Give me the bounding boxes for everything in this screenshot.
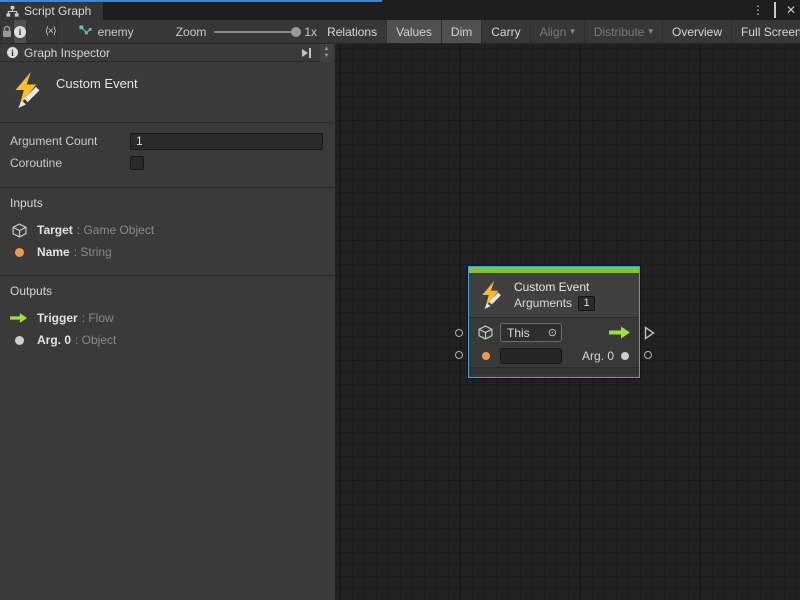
input-row-target: Target : Game Object bbox=[10, 219, 325, 241]
info-icon: i bbox=[7, 47, 18, 58]
code-view-icon: ⟨×⟩ bbox=[45, 26, 56, 37]
input-row-name: Name : String bbox=[10, 241, 325, 263]
lock-button[interactable] bbox=[0, 20, 14, 43]
object-picker-icon: ⊙ bbox=[548, 326, 557, 339]
dock-panel-button[interactable] bbox=[299, 48, 314, 58]
code-view-button[interactable]: ⟨×⟩ bbox=[45, 20, 57, 43]
align-button[interactable]: Align ▾ bbox=[530, 20, 584, 43]
dock-icon bbox=[302, 49, 308, 57]
port-type: : Flow bbox=[82, 311, 114, 325]
zoom-slider[interactable] bbox=[214, 31, 296, 33]
outputs-section: Outputs Trigger : Flow Arg. 0 : Object bbox=[0, 276, 335, 363]
string-port-dot bbox=[482, 352, 490, 360]
carry-button[interactable]: Carry bbox=[481, 20, 529, 43]
selected-unit-title: Custom Event bbox=[56, 72, 138, 91]
coroutine-checkbox[interactable] bbox=[130, 156, 144, 170]
output-port-arg0[interactable] bbox=[644, 351, 652, 359]
object-port-dot bbox=[621, 352, 629, 360]
toolbar-button-group: Relations Values Dim Carry Align ▾ Distr… bbox=[317, 20, 800, 43]
distribute-button[interactable]: Distribute ▾ bbox=[584, 20, 662, 43]
zoom-value: 1x bbox=[304, 25, 317, 39]
flow-arrow-icon bbox=[609, 326, 631, 339]
graph-canvas[interactable]: Custom Event Arguments 1 This ⊙ bbox=[336, 44, 800, 600]
cube-icon bbox=[478, 325, 493, 340]
window-menu-button[interactable]: ⋮ bbox=[752, 0, 764, 20]
inspector-toggle-button[interactable]: i bbox=[14, 20, 27, 43]
arg0-label: Arg. 0 bbox=[582, 349, 614, 363]
graph-window-icon bbox=[6, 5, 19, 18]
info-icon: i bbox=[14, 26, 26, 38]
zoom-slider-thumb[interactable] bbox=[291, 27, 301, 37]
argument-count-input[interactable]: 1 bbox=[130, 133, 323, 150]
chevron-down-icon: ▾ bbox=[648, 26, 653, 37]
window-titlebar: Script Graph ⋮ ✕ bbox=[0, 0, 800, 20]
close-button[interactable]: ✕ bbox=[786, 0, 796, 20]
tab-title: Script Graph bbox=[24, 4, 91, 18]
chevron-down-icon: ▾ bbox=[570, 26, 575, 37]
argument-count-label: Argument Count bbox=[10, 134, 130, 148]
graph-breadcrumb[interactable]: enemy bbox=[57, 20, 148, 43]
graph-toolbar: i ⟨×⟩ enemy Zoom 1x Relations Values Dim… bbox=[0, 20, 800, 44]
outputs-heading: Outputs bbox=[10, 284, 325, 298]
scrub-up-icon: ▲ bbox=[324, 46, 330, 53]
port-name: Target bbox=[37, 223, 73, 237]
inputs-heading: Inputs bbox=[10, 196, 325, 210]
arguments-count-field[interactable]: 1 bbox=[578, 296, 595, 311]
custom-event-icon bbox=[478, 281, 506, 309]
output-row-trigger: Trigger : Flow bbox=[10, 307, 325, 329]
node-header: Custom Event Arguments 1 bbox=[469, 273, 639, 318]
inputs-section: Inputs Target : Game Object Name : Strin… bbox=[0, 188, 335, 276]
inspector-titlebar: i Graph Inspector ▲ ▼ bbox=[0, 44, 335, 62]
target-value: This bbox=[507, 326, 530, 340]
node-title: Custom Event bbox=[514, 280, 595, 294]
values-button[interactable]: Values bbox=[386, 20, 441, 43]
full-screen-button[interactable]: Full Screen bbox=[731, 20, 800, 43]
port-name: Name bbox=[37, 245, 70, 259]
input-port-this[interactable] bbox=[455, 329, 463, 337]
input-port-name[interactable] bbox=[455, 351, 463, 359]
scrub-down-icon: ▼ bbox=[324, 53, 330, 60]
custom-event-icon bbox=[10, 72, 46, 108]
lock-icon bbox=[1, 25, 13, 38]
port-name: Trigger bbox=[37, 311, 78, 325]
arguments-label: Arguments bbox=[514, 296, 572, 310]
overview-button[interactable]: Overview bbox=[662, 20, 731, 43]
maximize-icon bbox=[774, 2, 776, 18]
script-graph-asset-icon bbox=[79, 25, 92, 38]
output-port-trigger[interactable] bbox=[644, 326, 655, 340]
target-object-dropdown[interactable]: This ⊙ bbox=[500, 323, 562, 342]
maximize-button[interactable] bbox=[774, 0, 776, 20]
port-type: : Object bbox=[75, 333, 116, 347]
relations-button[interactable]: Relations bbox=[317, 20, 386, 43]
tab-script-graph[interactable]: Script Graph bbox=[0, 2, 103, 20]
port-type: : String bbox=[74, 245, 112, 259]
event-settings: Argument Count 1 Coroutine bbox=[0, 123, 335, 188]
node-body: This ⊙ Arg. 0 bbox=[469, 318, 639, 367]
graph-inspector-panel: i Graph Inspector ▲ ▼ Custom Event Argum… bbox=[0, 44, 336, 600]
inspector-title: Graph Inspector bbox=[24, 46, 293, 60]
selected-unit-header: Custom Event bbox=[0, 62, 335, 123]
flow-arrow-icon bbox=[10, 312, 28, 324]
output-row-arg0: Arg. 0 : Object bbox=[10, 329, 325, 351]
graph-name: enemy bbox=[98, 25, 134, 39]
cube-icon bbox=[12, 223, 27, 238]
event-name-input[interactable] bbox=[500, 348, 562, 364]
custom-event-node[interactable]: Custom Event Arguments 1 This ⊙ bbox=[468, 266, 640, 378]
dim-button[interactable]: Dim bbox=[441, 20, 481, 43]
object-port-dot bbox=[15, 336, 24, 345]
node-footer bbox=[469, 367, 639, 375]
zoom-label: Zoom bbox=[176, 25, 207, 39]
string-port-dot bbox=[15, 248, 24, 257]
port-type: : Game Object bbox=[77, 223, 154, 237]
coroutine-label: Coroutine bbox=[10, 156, 130, 170]
panel-scrubber[interactable]: ▲ ▼ bbox=[320, 44, 333, 62]
port-name: Arg. 0 bbox=[37, 333, 71, 347]
